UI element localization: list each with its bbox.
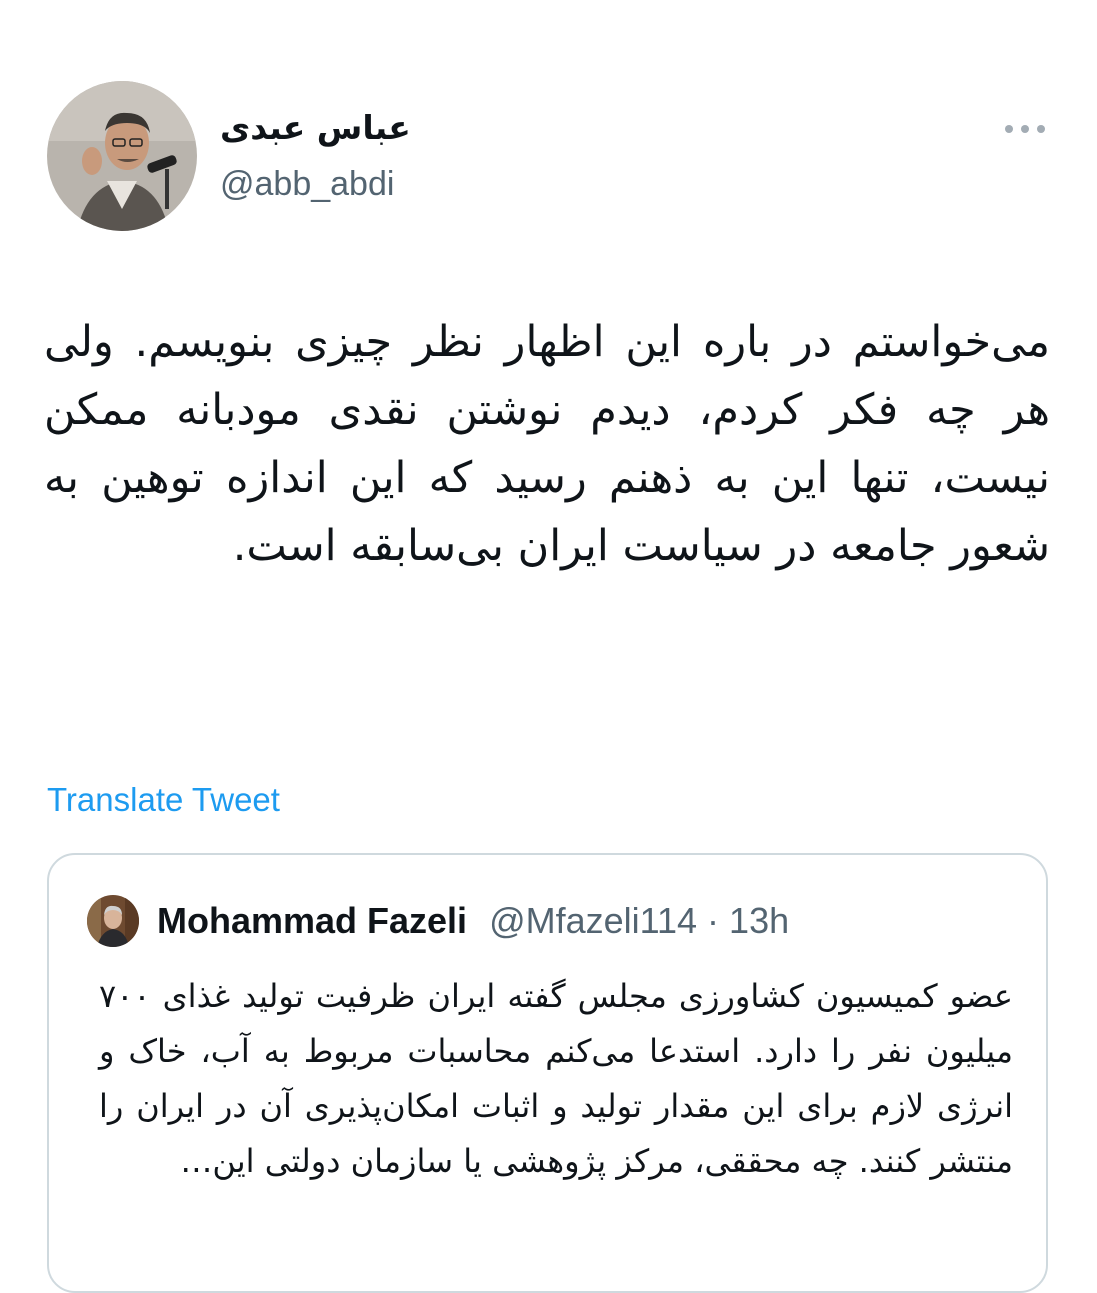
translate-tweet-link[interactable]: Translate Tweet [47, 778, 280, 822]
author-avatar[interactable] [47, 81, 197, 231]
author-name[interactable]: عباس عبدی [220, 106, 411, 150]
meta-separator: · [697, 900, 730, 941]
author-handle[interactable]: @abb_abdi [220, 162, 394, 206]
quoted-author-handle[interactable]: @Mfazeli114 [489, 900, 697, 941]
more-options-button[interactable] [1000, 112, 1050, 146]
quoted-author-photo [87, 895, 139, 947]
quoted-tweet-time[interactable]: 13h [729, 900, 789, 941]
tweet-text: می‌خواستم در باره این اظهار نظر چیزی بنو… [44, 317, 1050, 571]
author-photo [47, 81, 197, 231]
quoted-tweet-text: عضو کمیسیون کشاورزی مجلس گفته ایران ظرفی… [99, 977, 1013, 1180]
more-horizontal-icon [1005, 125, 1045, 133]
quoted-tweet[interactable]: Mohammad Fazeli @Mfazeli114 · 13h عضو کم… [47, 853, 1048, 1293]
quoted-tweet-header: Mohammad Fazeli @Mfazeli114 · 13h [157, 899, 789, 943]
quoted-author-name[interactable]: Mohammad Fazeli [157, 900, 467, 941]
quoted-author-avatar[interactable] [87, 895, 139, 947]
